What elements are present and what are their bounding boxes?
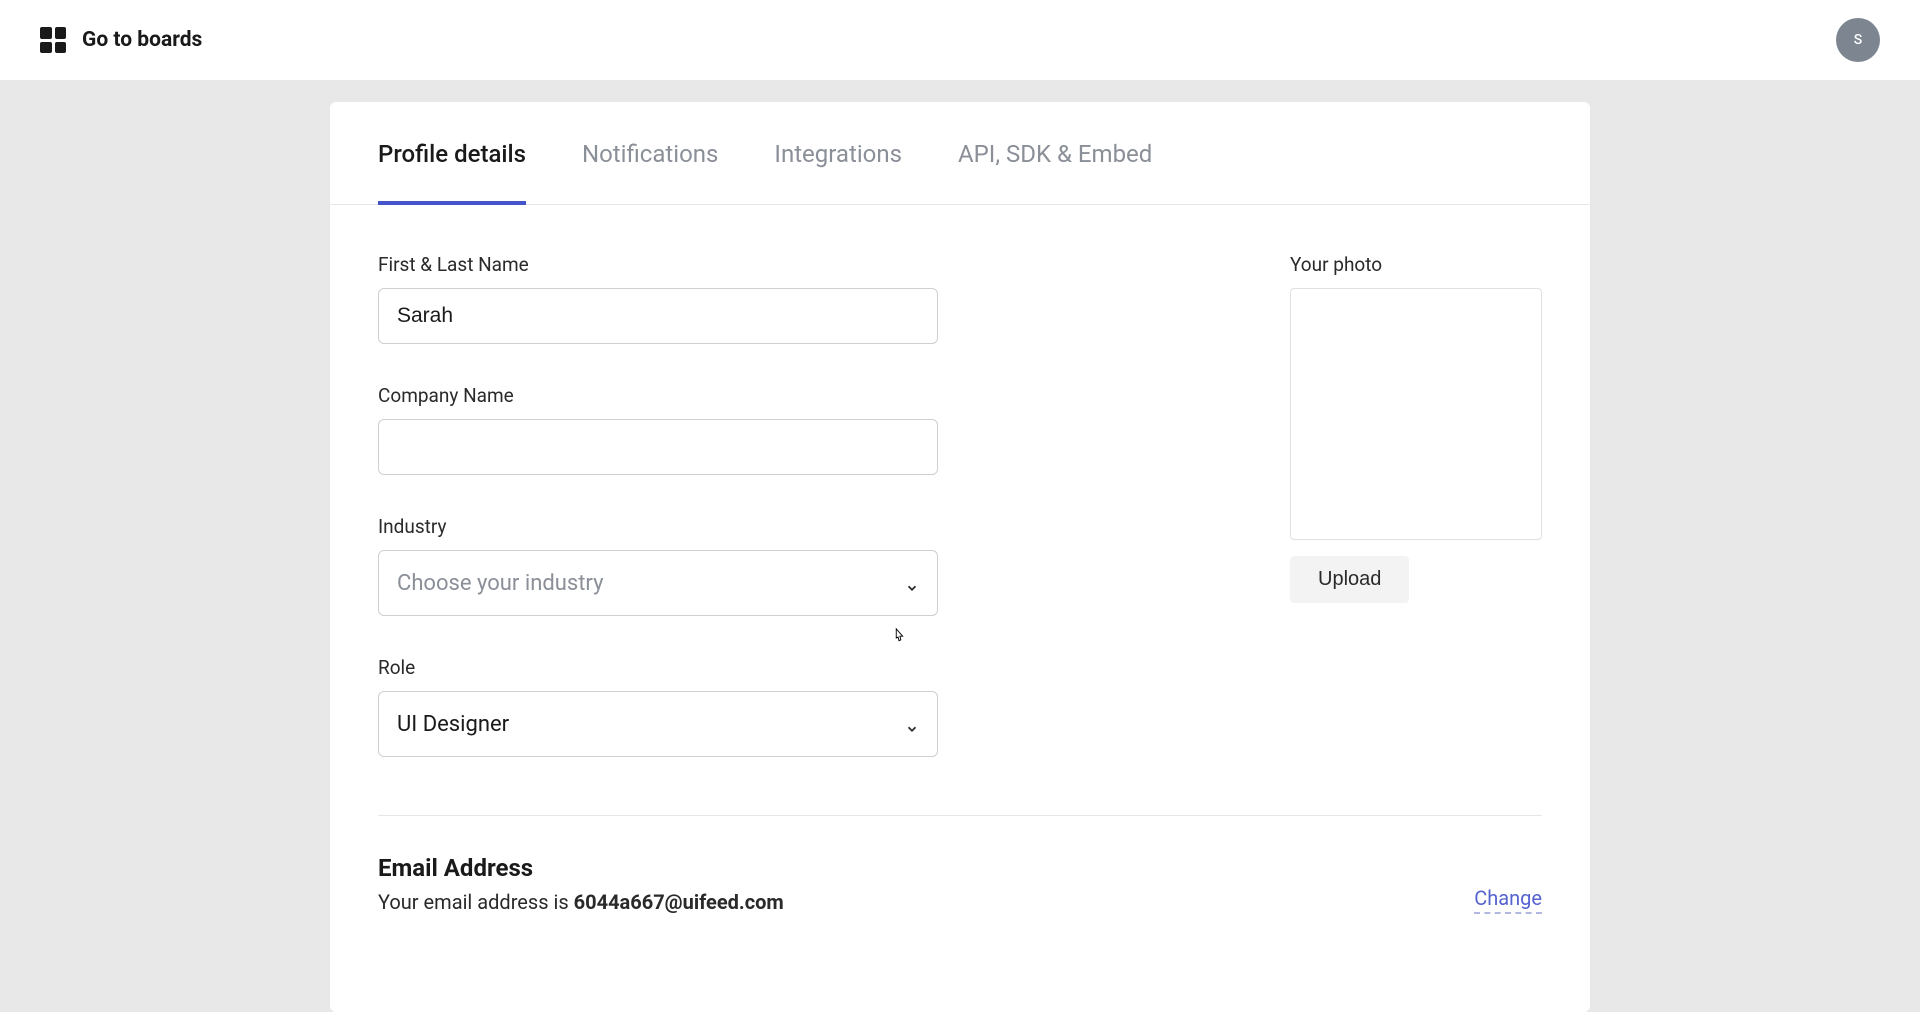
top-header: Go to boards S [0,0,1920,80]
industry-select[interactable]: Choose your industry [378,550,938,616]
form-column: First & Last Name Company Name Industry … [378,253,938,797]
email-text: Your email address is 6044a667@uifeed.co… [378,890,784,914]
photo-preview [1290,288,1542,540]
settings-body: First & Last Name Company Name Industry … [330,205,1590,797]
company-input[interactable] [378,419,938,475]
industry-label: Industry [378,515,938,538]
role-select[interactable]: UI Designer [378,691,938,757]
avatar-initial: S [1854,32,1862,48]
tab-profile-details[interactable]: Profile details [378,102,526,204]
photo-section: Your photo Upload [1290,253,1542,797]
company-label: Company Name [378,384,938,407]
industry-placeholder: Choose your industry [397,571,604,596]
email-section: Email Address Your email address is 6044… [330,816,1590,914]
avatar[interactable]: S [1836,18,1880,62]
email-info: Email Address Your email address is 6044… [378,854,784,914]
tab-label: Integrations [774,140,902,168]
form-group-name: First & Last Name [378,253,938,344]
form-group-company: Company Name [378,384,938,475]
chevron-down-icon [905,576,919,590]
email-heading: Email Address [378,854,784,882]
tab-label: API, SDK & Embed [958,140,1152,168]
email-value: 6044a667@uifeed.com [574,890,784,914]
boards-grid-icon [40,27,66,53]
tab-notifications[interactable]: Notifications [582,102,718,204]
role-value: UI Designer [397,712,509,737]
tab-integrations[interactable]: Integrations [774,102,902,204]
tabs: Profile details Notifications Integratio… [330,102,1590,205]
upload-label: Upload [1318,568,1381,590]
email-prefix: Your email address is [378,890,574,914]
tab-label: Profile details [378,140,526,168]
role-label: Role [378,656,938,679]
change-email-link[interactable]: Change [1474,886,1542,914]
upload-button[interactable]: Upload [1290,556,1409,603]
settings-card: Profile details Notifications Integratio… [330,102,1590,1012]
photo-label: Your photo [1290,253,1542,276]
go-to-boards-link[interactable]: Go to boards [40,27,202,53]
tab-api-sdk-embed[interactable]: API, SDK & Embed [958,102,1152,204]
name-input[interactable] [378,288,938,344]
change-label: Change [1474,886,1542,910]
name-label: First & Last Name [378,253,938,276]
tab-label: Notifications [582,140,718,168]
photo-column: Your photo Upload [978,253,1542,797]
go-to-boards-label: Go to boards [82,28,202,52]
form-group-role: Role UI Designer [378,656,938,757]
form-group-industry: Industry Choose your industry [378,515,938,616]
chevron-down-icon [905,717,919,731]
